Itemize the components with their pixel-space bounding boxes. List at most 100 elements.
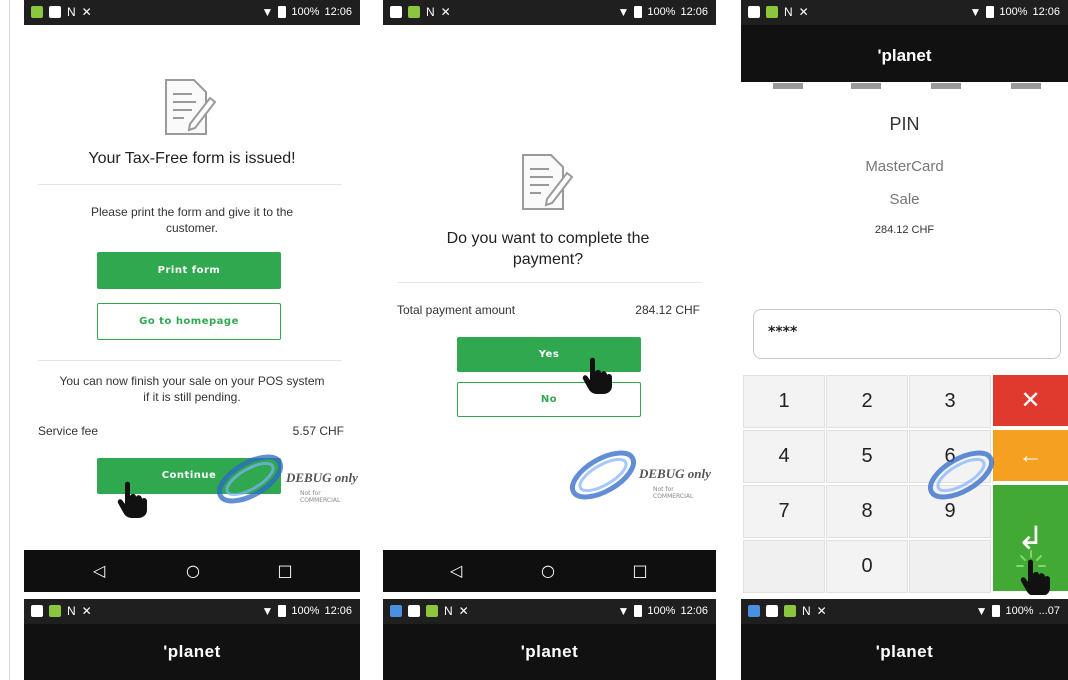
sim-icon [766, 6, 778, 18]
go-to-homepage-button[interactable]: Go to homepage [97, 303, 281, 340]
status-bar: N ✕ ▼ 100% ...07 [741, 599, 1068, 624]
mute-icon: ✕ [81, 604, 92, 618]
amount: 284.12 CHF [874, 224, 935, 236]
nfc-icon: N [426, 5, 435, 19]
instruction-text: Please print the form and give it to the… [90, 205, 294, 235]
divider [38, 184, 342, 185]
nfc-icon: N [784, 5, 793, 19]
clear-key[interactable]: ← [993, 430, 1068, 481]
cancel-key[interactable]: ✕ [993, 375, 1068, 426]
battery-icon [634, 605, 643, 617]
panel-pin-entry: N ✕ ▼ 100% 12:06 'planet PIN MasterCard … [741, 0, 1068, 595]
sim-icon [49, 605, 61, 617]
pos-note-text: You can now finish your sale on your POS… [59, 374, 325, 404]
service-fee-value: 5.57 CHF [292, 424, 344, 438]
transaction-type: Sale [889, 191, 920, 208]
home-icon[interactable]: ○ [183, 561, 203, 581]
status-bar: N ✕ ▼ 100% 12:06 [24, 0, 360, 25]
android-nav-bar: ◁ ○ □ [24, 550, 360, 592]
planet-logo: 'planet [520, 642, 579, 661]
notification-icon [766, 605, 778, 617]
empty-key [743, 540, 825, 593]
notification-icon [748, 6, 760, 18]
key-5[interactable]: 5 [826, 430, 908, 483]
mute-icon: ✕ [81, 5, 92, 19]
page-divider [9, 0, 10, 680]
header-tabs [741, 82, 1068, 90]
battery-level: 100% [1005, 605, 1034, 617]
key-3[interactable]: 3 [909, 375, 991, 428]
key-8[interactable]: 8 [826, 485, 908, 538]
document-icon [165, 79, 216, 135]
clock: 12:06 [324, 605, 352, 617]
battery-icon [278, 6, 287, 18]
recent-apps-icon[interactable]: □ [275, 561, 295, 581]
sim-icon [426, 605, 438, 617]
watermark-swoosh-icon [569, 450, 637, 500]
pin-input[interactable]: **** [753, 309, 1061, 359]
mute-icon: ✕ [458, 604, 469, 618]
home-icon[interactable]: ○ [538, 561, 558, 581]
pin-value: **** [768, 324, 798, 340]
key-6[interactable]: 6 [909, 430, 991, 483]
screen-title: Your Tax-Free form is issued! [88, 150, 296, 167]
notification-icon [31, 605, 43, 617]
battery-level: 100% [291, 6, 320, 18]
battery-level: 100% [647, 6, 676, 18]
recent-apps-icon[interactable]: □ [630, 561, 650, 581]
sim-icon [408, 6, 420, 18]
notification-icon [49, 6, 61, 18]
nfc-icon: N [67, 5, 76, 19]
watermark-text: DEBUG only [639, 466, 711, 481]
tap-hand-icon [113, 472, 147, 518]
notification-icon [408, 605, 420, 617]
panel-tax-free: N ✕ ▼ 100% 12:06 Your Tax-Free form is i… [24, 0, 360, 595]
battery-icon [992, 605, 1001, 617]
key-0[interactable]: 0 [826, 540, 908, 593]
watermark-subtext: Not for COMMERCIAL [300, 490, 341, 504]
back-icon[interactable]: ◁ [89, 561, 109, 581]
panel-bottom-3: N ✕ ▼ 100% ...07 'planet [741, 599, 1068, 680]
battery-level: 100% [999, 6, 1028, 18]
screen-title: Do you want to complete the payment? [446, 230, 650, 268]
planet-logo: 'planet [877, 46, 932, 65]
key-4[interactable]: 4 [743, 430, 825, 483]
key-2[interactable]: 2 [826, 375, 908, 428]
clock: 12:06 [324, 6, 352, 18]
key-1[interactable]: 1 [743, 375, 825, 428]
clock: 12:06 [1032, 6, 1060, 18]
wifi-icon: ▼ [261, 5, 274, 19]
mute-icon: ✕ [816, 604, 827, 618]
status-bar: N ✕ ▼ 100% 12:06 [383, 599, 716, 624]
document-icon [522, 154, 573, 210]
back-icon[interactable]: ◁ [446, 561, 466, 581]
wifi-icon: ▼ [617, 604, 630, 618]
android-nav-bar: ◁ ○ □ [383, 550, 716, 592]
tap-hand-icon [578, 348, 612, 394]
tap-hand-icon [1016, 550, 1050, 595]
battery-icon [278, 605, 287, 617]
watermark-text: DEBUG only [286, 470, 358, 485]
nfc-icon: N [802, 604, 811, 618]
print-form-button[interactable]: Print form [97, 252, 281, 289]
card-type: MasterCard [865, 158, 944, 175]
battery-icon [634, 6, 643, 18]
battery-level: 100% [647, 605, 676, 617]
mute-icon: ✕ [440, 5, 451, 19]
panel-payment-confirm: N ✕ ▼ 100% 12:06 Do you want to complete… [383, 0, 716, 595]
pin-title: PIN [889, 114, 920, 134]
divider [397, 282, 701, 283]
printer-icon [390, 605, 402, 617]
divider [38, 360, 342, 361]
status-bar: N ✕ ▼ 100% 12:06 [383, 0, 716, 25]
key-7[interactable]: 7 [743, 485, 825, 538]
wifi-icon: ▼ [617, 5, 630, 19]
key-9[interactable]: 9 [909, 485, 991, 538]
wifi-icon: ▼ [261, 604, 274, 618]
debug-watermark: DEBUG only Not for COMMERCIAL [563, 450, 713, 510]
battery-icon [986, 6, 995, 18]
wifi-icon: ▼ [969, 5, 982, 19]
nfc-icon: N [67, 604, 76, 618]
planet-logo: 'planet [163, 642, 221, 661]
notification-icon [390, 6, 402, 18]
